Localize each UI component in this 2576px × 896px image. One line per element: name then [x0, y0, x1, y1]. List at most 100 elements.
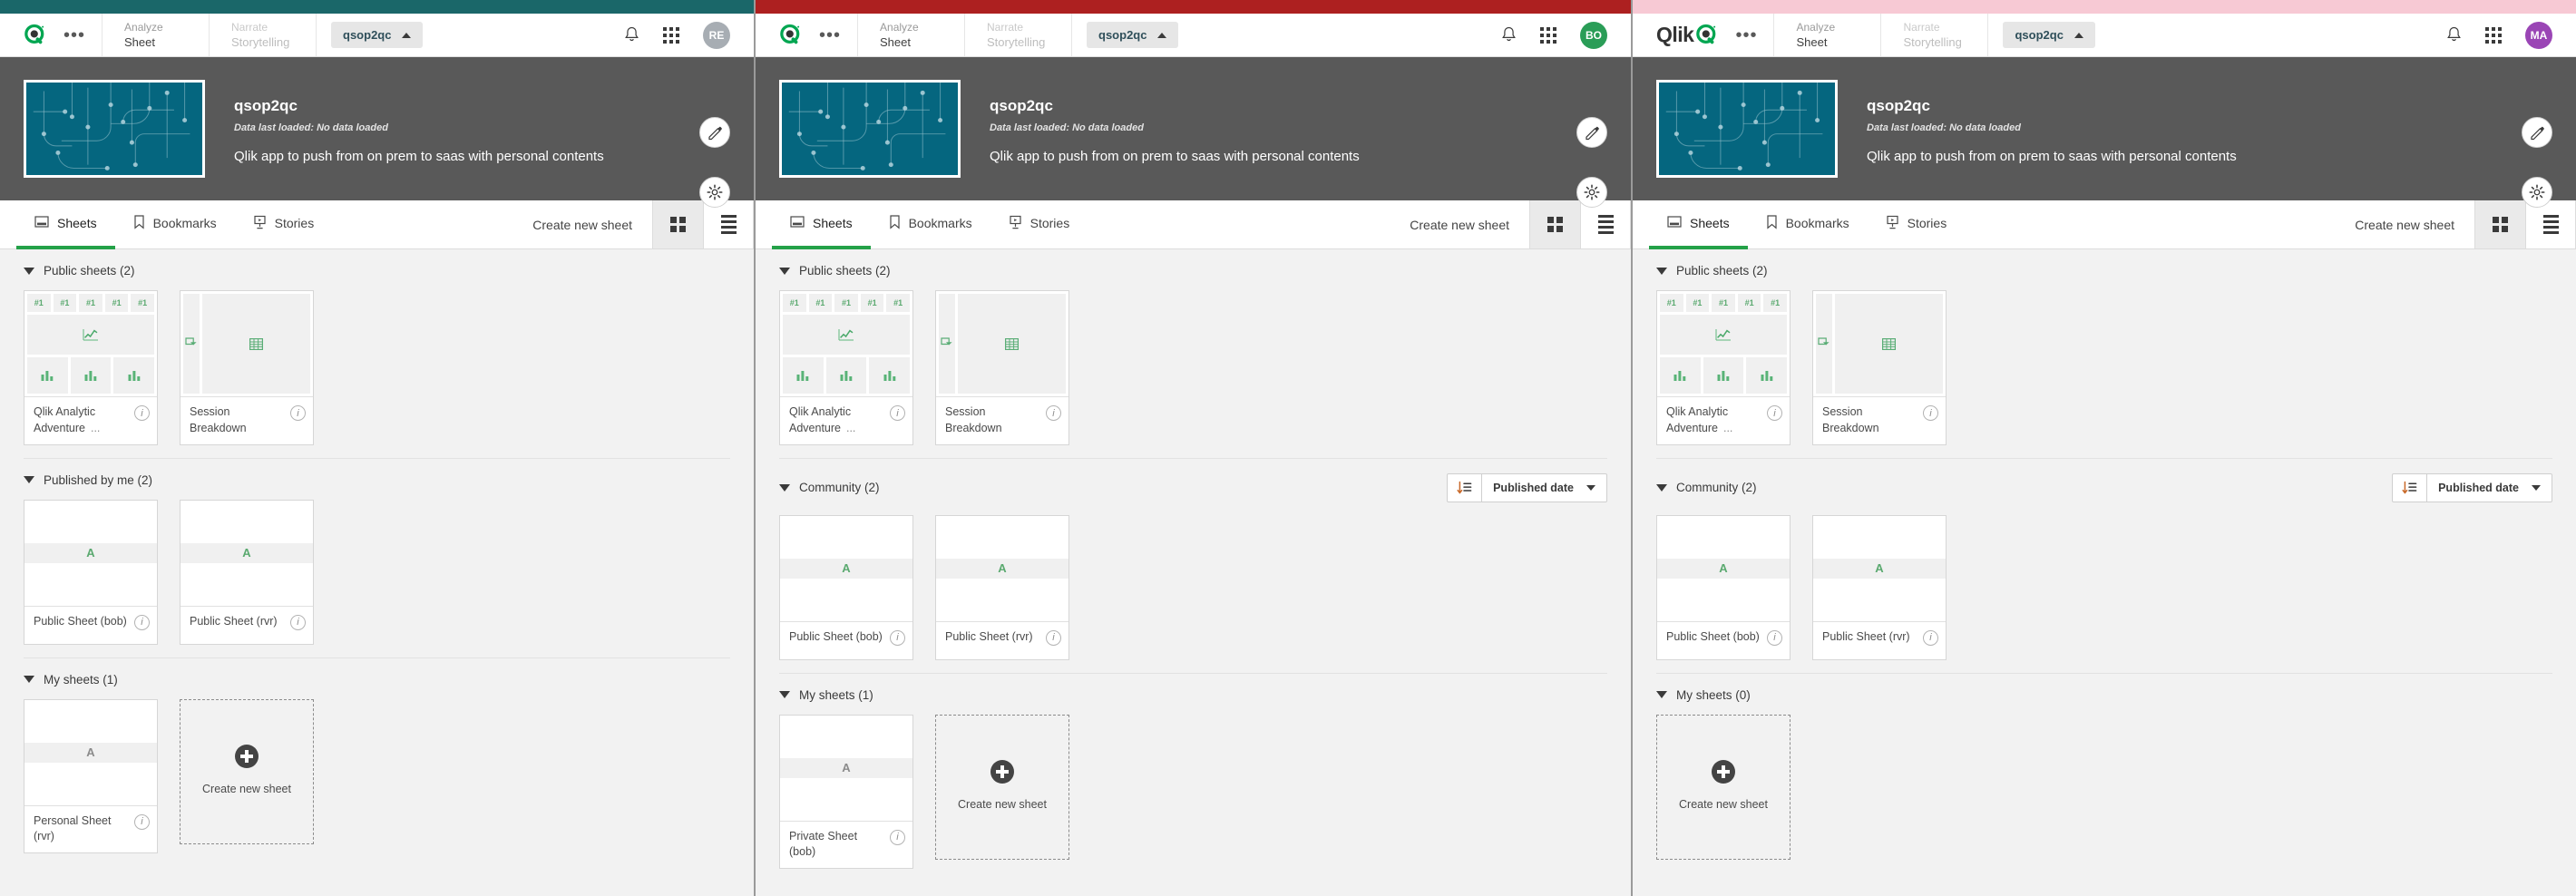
sheet-info-icon[interactable]: i [134, 405, 150, 421]
tab-bookmarks[interactable]: Bookmarks [115, 200, 235, 249]
app-selector-button[interactable]: qsop2qc [331, 22, 424, 48]
grid-view-button[interactable] [652, 200, 703, 248]
section-title-toggle[interactable]: My sheets (1) [24, 673, 118, 687]
sheet-info-icon[interactable]: i [890, 829, 905, 845]
sort-field-dropdown[interactable]: Published date [1482, 474, 1606, 502]
nav-item-sheet[interactable]: Analyze Sheet [1774, 14, 1882, 56]
notifications-button[interactable] [2446, 26, 2462, 44]
section-title-toggle[interactable]: My sheets (0) [1656, 688, 1751, 702]
sheet-card[interactable]: #1 #1 #1 #1 #1 Qlik Analytic Adventure... i [1656, 290, 1791, 445]
sheet-card[interactable]: Session Breakdown i [1812, 290, 1947, 445]
app-launcher-grid-icon[interactable] [663, 26, 679, 44]
edit-app-button[interactable] [1576, 117, 1607, 148]
tab-bookmarks[interactable]: Bookmarks [1748, 200, 1868, 249]
sheet-info-icon[interactable]: i [1767, 405, 1782, 421]
notifications-icon[interactable] [2446, 26, 2462, 44]
settings-gear-icon[interactable] [2529, 184, 2545, 200]
tab-sheets[interactable]: Sheets [772, 200, 871, 249]
list-view-button[interactable] [2525, 200, 2576, 248]
sheet-card[interactable]: A Public Sheet (bob) i [24, 499, 158, 645]
overflow-menu-icon[interactable]: ••• [815, 26, 844, 44]
edit-app-button[interactable] [699, 117, 730, 148]
nav-item-storytelling[interactable]: Narrate Storytelling [210, 14, 317, 56]
sheet-info-icon[interactable]: i [890, 405, 905, 421]
qlik-logo-mark[interactable] [779, 24, 803, 47]
qlik-wordmark[interactable]: Qlik [1656, 23, 1719, 47]
sheet-info-icon[interactable]: i [290, 614, 306, 630]
app-selector-button[interactable]: qsop2qc [1087, 22, 1179, 48]
create-new-sheet-link[interactable]: Create new sheet [2335, 200, 2474, 248]
list-view-button[interactable] [1580, 200, 1631, 248]
grid-view-button[interactable] [1529, 200, 1580, 248]
overflow-menu-icon[interactable]: ••• [60, 26, 89, 44]
sheet-card[interactable]: A Public Sheet (bob) i [1656, 514, 1791, 660]
sheet-card[interactable]: Session Breakdown i [935, 290, 1069, 445]
tab-sheets[interactable]: Sheets [16, 200, 115, 249]
app-settings-button[interactable] [1576, 177, 1607, 208]
avatar[interactable]: BO [1580, 21, 1607, 49]
create-new-sheet-card[interactable]: Create new sheet [180, 698, 314, 844]
tab-stories[interactable]: Stories [990, 200, 1088, 249]
notifications-button[interactable] [624, 26, 639, 44]
avatar[interactable]: MA [2525, 21, 2552, 49]
qlik-logo-mark[interactable] [1695, 24, 1719, 47]
settings-gear-icon[interactable] [707, 184, 723, 200]
section-title-toggle[interactable]: Community (2) [779, 481, 880, 494]
section-title-toggle[interactable]: Public sheets (2) [24, 264, 135, 278]
section-title-toggle[interactable]: Public sheets (2) [1656, 264, 1768, 278]
sheet-card[interactable]: A Private Sheet (bob) i [779, 714, 913, 869]
create-new-sheet-card[interactable]: Create new sheet [1656, 714, 1791, 860]
sheet-info-icon[interactable]: i [890, 629, 905, 646]
sheet-info-icon[interactable]: i [134, 813, 150, 830]
sheet-card-overflow-ellipsis[interactable]: ... [841, 422, 855, 434]
notifications-icon[interactable] [1501, 26, 1517, 44]
sheet-card[interactable]: A Public Sheet (bob) i [779, 514, 913, 660]
section-title-toggle[interactable]: Community (2) [1656, 481, 1757, 494]
nav-item-storytelling[interactable]: Narrate Storytelling [965, 14, 1073, 56]
app-selector-button[interactable]: qsop2qc [2003, 22, 2095, 48]
grid-view-button[interactable] [2474, 200, 2525, 248]
sheet-card[interactable]: Session Breakdown i [180, 290, 314, 445]
notifications-icon[interactable] [624, 26, 639, 44]
tab-sheets[interactable]: Sheets [1649, 200, 1748, 249]
sort-field-dropdown[interactable]: Published date [2427, 474, 2552, 502]
create-new-sheet-link[interactable]: Create new sheet [512, 200, 652, 248]
sort-order-icon[interactable] [1457, 481, 1472, 495]
sheet-card[interactable]: A Public Sheet (rvr) i [935, 514, 1069, 660]
sheet-card-overflow-ellipsis[interactable]: ... [85, 422, 100, 434]
nav-item-sheet[interactable]: Analyze Sheet [858, 14, 966, 56]
avatar[interactable]: RE [703, 21, 730, 49]
app-settings-button[interactable] [2522, 177, 2552, 208]
sheet-info-icon[interactable]: i [1046, 629, 1061, 646]
app-launcher-grid-icon[interactable] [1540, 26, 1556, 44]
sheet-card[interactable]: A Public Sheet (rvr) i [1812, 514, 1947, 660]
tab-stories[interactable]: Stories [1868, 200, 1966, 249]
edit-app-button[interactable] [2522, 117, 2552, 148]
qlik-logo-mark[interactable] [24, 24, 47, 47]
edit-icon[interactable] [1585, 125, 1600, 141]
nav-item-sheet[interactable]: Analyze Sheet [102, 14, 210, 56]
settings-gear-icon[interactable] [1584, 184, 1600, 200]
section-title-toggle[interactable]: My sheets (1) [779, 688, 873, 702]
nav-item-storytelling[interactable]: Narrate Storytelling [1881, 14, 1989, 56]
edit-icon[interactable] [2530, 125, 2545, 141]
sort-direction-button[interactable] [2393, 473, 2428, 502]
sheet-card[interactable]: A Public Sheet (rvr) i [180, 499, 314, 645]
sheet-info-icon[interactable]: i [1046, 405, 1061, 421]
sheet-info-icon[interactable]: i [1923, 629, 1938, 646]
list-view-button[interactable] [703, 200, 754, 248]
sort-order-icon[interactable] [2402, 481, 2417, 495]
sheet-info-icon[interactable]: i [1767, 629, 1782, 646]
sheet-info-icon[interactable]: i [290, 405, 306, 421]
sort-direction-button[interactable] [1448, 473, 1483, 502]
sheet-info-icon[interactable]: i [1923, 405, 1938, 421]
app-launcher-grid-icon[interactable] [2485, 26, 2502, 44]
tab-stories[interactable]: Stories [235, 200, 333, 249]
sheet-card-overflow-ellipsis[interactable]: ... [1718, 422, 1732, 434]
app-settings-button[interactable] [699, 177, 730, 208]
edit-icon[interactable] [707, 125, 723, 141]
overflow-menu-icon[interactable]: ••• [1732, 26, 1761, 44]
sheet-info-icon[interactable]: i [134, 614, 150, 630]
section-title-toggle[interactable]: Published by me (2) [24, 473, 152, 487]
create-new-sheet-link[interactable]: Create new sheet [1390, 200, 1529, 248]
